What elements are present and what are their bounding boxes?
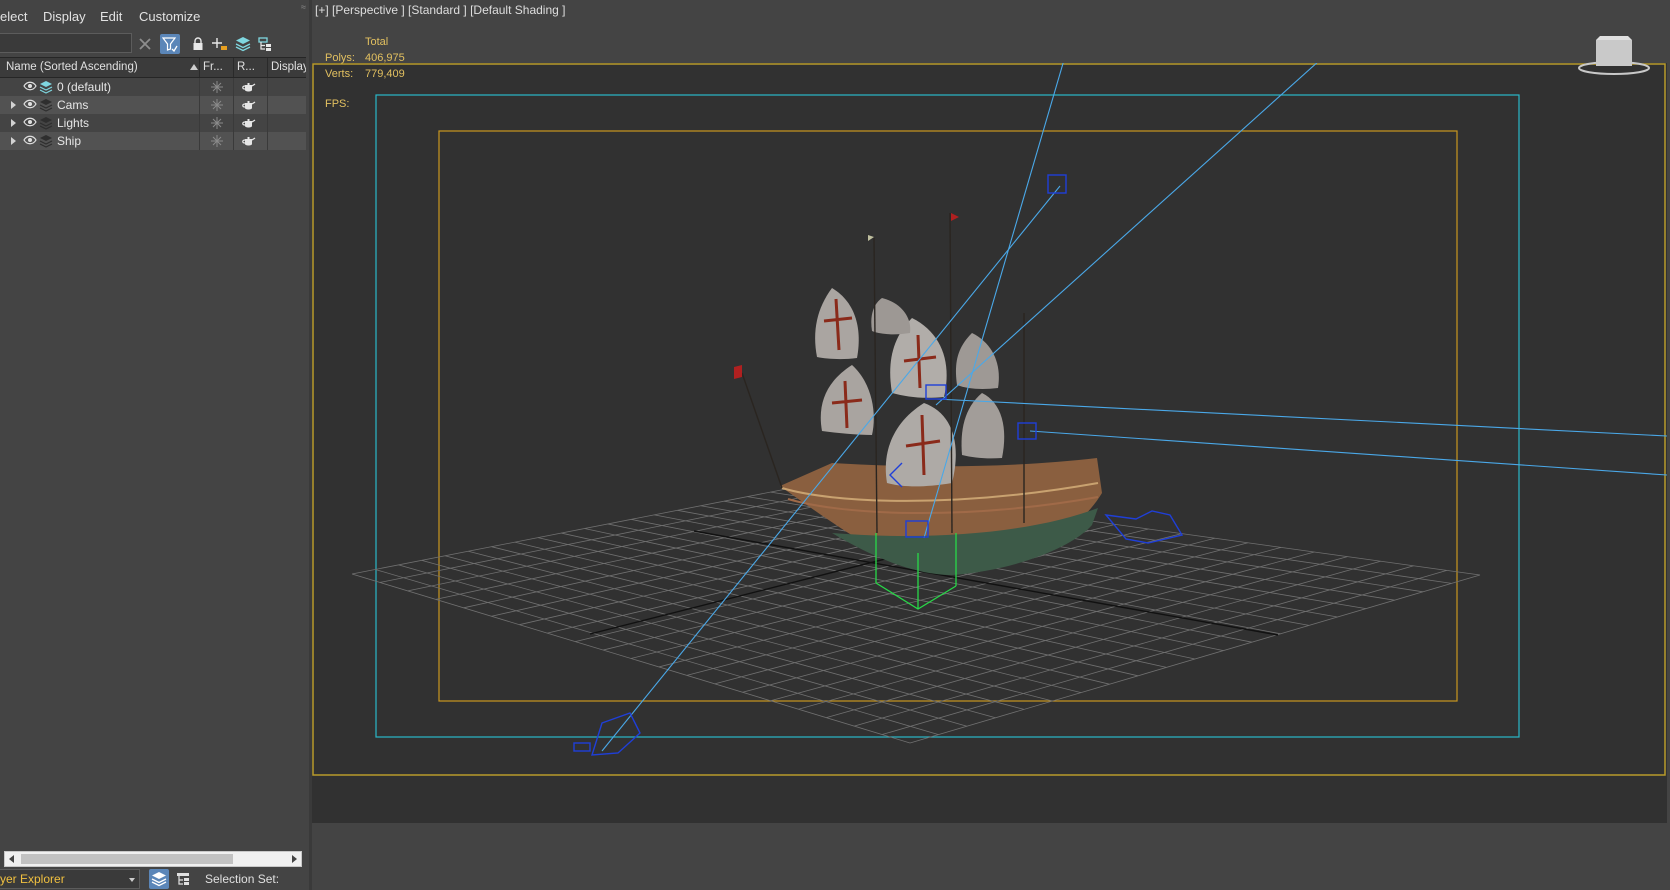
- column-separator: [267, 78, 268, 96]
- column-frozen[interactable]: Fr...: [203, 61, 231, 73]
- viewcube[interactable]: [1574, 36, 1652, 78]
- layer-row[interactable]: 0 (default): [0, 78, 306, 96]
- search-input[interactable]: [0, 33, 132, 53]
- freeze-snowflake-icon[interactable]: [211, 81, 223, 93]
- column-header: Name (Sorted Ascending) Fr... R... Displ…: [0, 57, 306, 78]
- column-name[interactable]: Name (Sorted Ascending): [6, 61, 181, 73]
- explorer-footer: yer Explorer Selection Set:: [0, 868, 309, 890]
- explorer-menubar: elect Display Edit Customize ≈: [0, 0, 309, 32]
- menu-customize[interactable]: Customize: [139, 9, 200, 24]
- layer-icon: [39, 135, 53, 148]
- layers-icon: [151, 872, 167, 887]
- layer-tree: 0 (default) Cams Lights Ship: [0, 78, 306, 150]
- column-display[interactable]: Display: [271, 61, 306, 73]
- stats-header: Total: [365, 36, 389, 48]
- column-separator: [199, 114, 200, 132]
- column-separator: [267, 96, 268, 114]
- scroll-left-icon[interactable]: [9, 855, 14, 863]
- viewcube-top[interactable]: [1596, 36, 1632, 40]
- column-separator[interactable]: [233, 58, 234, 77]
- pin-icon[interactable]: ≈: [301, 2, 306, 12]
- column-render[interactable]: R...: [237, 61, 265, 73]
- expand-arrow-icon[interactable]: [11, 101, 16, 109]
- layer-icon: [39, 117, 53, 130]
- viewport-bottom-area: [312, 824, 1670, 890]
- column-separator: [199, 132, 200, 150]
- explorer-toolbar: [0, 30, 309, 56]
- lock-icon: [193, 37, 203, 50]
- column-separator: [199, 96, 200, 114]
- chevron-down-icon: [129, 878, 135, 882]
- explorer-type-dropdown[interactable]: yer Explorer: [0, 869, 140, 889]
- layer-row[interactable]: Ship: [0, 132, 306, 150]
- add-layer-icon: [212, 38, 227, 50]
- layer-label: Cams: [57, 98, 89, 112]
- visibility-eye-icon[interactable]: [23, 117, 37, 127]
- column-separator[interactable]: [267, 58, 268, 77]
- layer-row[interactable]: Lights: [0, 114, 306, 132]
- layer-explorer-toggle[interactable]: [149, 869, 169, 889]
- scene-explorer-panel: elect Display Edit Customize ≈ Name (Sor…: [0, 0, 309, 890]
- hierarchy-icon: [258, 37, 271, 51]
- visibility-eye-icon[interactable]: [23, 99, 37, 109]
- menu-edit[interactable]: Edit: [100, 9, 122, 24]
- expand-arrow-icon[interactable]: [11, 119, 16, 127]
- hierarchy-button[interactable]: [255, 34, 275, 54]
- menu-display[interactable]: Display: [43, 9, 86, 24]
- menu-select[interactable]: elect: [0, 9, 27, 24]
- layer-label: 0 (default): [57, 80, 112, 94]
- clear-search-button[interactable]: [135, 34, 155, 54]
- layer-label: Lights: [57, 116, 90, 130]
- hierarchy-icon: [177, 873, 189, 885]
- column-separator: [233, 78, 234, 96]
- lock-button[interactable]: [188, 34, 208, 54]
- column-separator: [233, 114, 234, 132]
- polys-value: 406,975: [365, 52, 405, 64]
- render-teapot-icon[interactable]: [242, 99, 256, 111]
- layer-row[interactable]: Cams: [0, 96, 306, 114]
- polys-label: Polys:: [325, 52, 355, 64]
- layers-icon: [235, 37, 251, 52]
- column-separator: [233, 96, 234, 114]
- horizontal-scrollbar[interactable]: [4, 851, 302, 867]
- render-teapot-icon[interactable]: [242, 117, 256, 129]
- viewport-canvas[interactable]: [312, 63, 1667, 823]
- fps-label: FPS:: [325, 98, 350, 110]
- filter-toggle-button[interactable]: [160, 34, 180, 54]
- column-separator: [199, 78, 200, 96]
- layer-label: Ship: [57, 134, 82, 148]
- close-icon: [139, 38, 151, 50]
- column-separator: [267, 114, 268, 132]
- active-layer-icon: [39, 81, 53, 94]
- render-teapot-icon[interactable]: [242, 81, 256, 93]
- add-to-layer-button[interactable]: [210, 34, 230, 54]
- render-teapot-icon[interactable]: [242, 135, 256, 147]
- perspective-viewport[interactable]: [+] [Perspective ] [Standard ] [Default …: [312, 0, 1670, 890]
- expand-arrow-icon[interactable]: [11, 137, 16, 145]
- scroll-right-icon[interactable]: [292, 855, 297, 863]
- scroll-thumb[interactable]: [21, 854, 233, 864]
- column-separator: [267, 132, 268, 150]
- freeze-snowflake-icon[interactable]: [211, 135, 223, 147]
- viewport-label-menu[interactable]: [+] [Perspective ] [Standard ] [Default …: [315, 3, 565, 17]
- selection-set-label: Selection Set:: [205, 872, 280, 886]
- column-separator: [233, 132, 234, 150]
- explorer-type-label: yer Explorer: [0, 872, 65, 886]
- visibility-eye-icon[interactable]: [23, 135, 37, 145]
- filter-icon: [162, 37, 178, 52]
- scene-explorer-toggle[interactable]: [173, 869, 193, 889]
- verts-label: Verts:: [325, 68, 354, 80]
- sort-ascending-icon: [190, 64, 198, 70]
- visibility-eye-icon[interactable]: [23, 81, 37, 91]
- layer-icon: [39, 99, 53, 112]
- freeze-snowflake-icon[interactable]: [211, 117, 223, 129]
- column-separator[interactable]: [199, 58, 200, 77]
- freeze-snowflake-icon[interactable]: [211, 99, 223, 111]
- viewcube-face[interactable]: [1596, 40, 1632, 66]
- layer-manager-button[interactable]: [233, 34, 253, 54]
- verts-value: 779,409: [365, 68, 405, 80]
